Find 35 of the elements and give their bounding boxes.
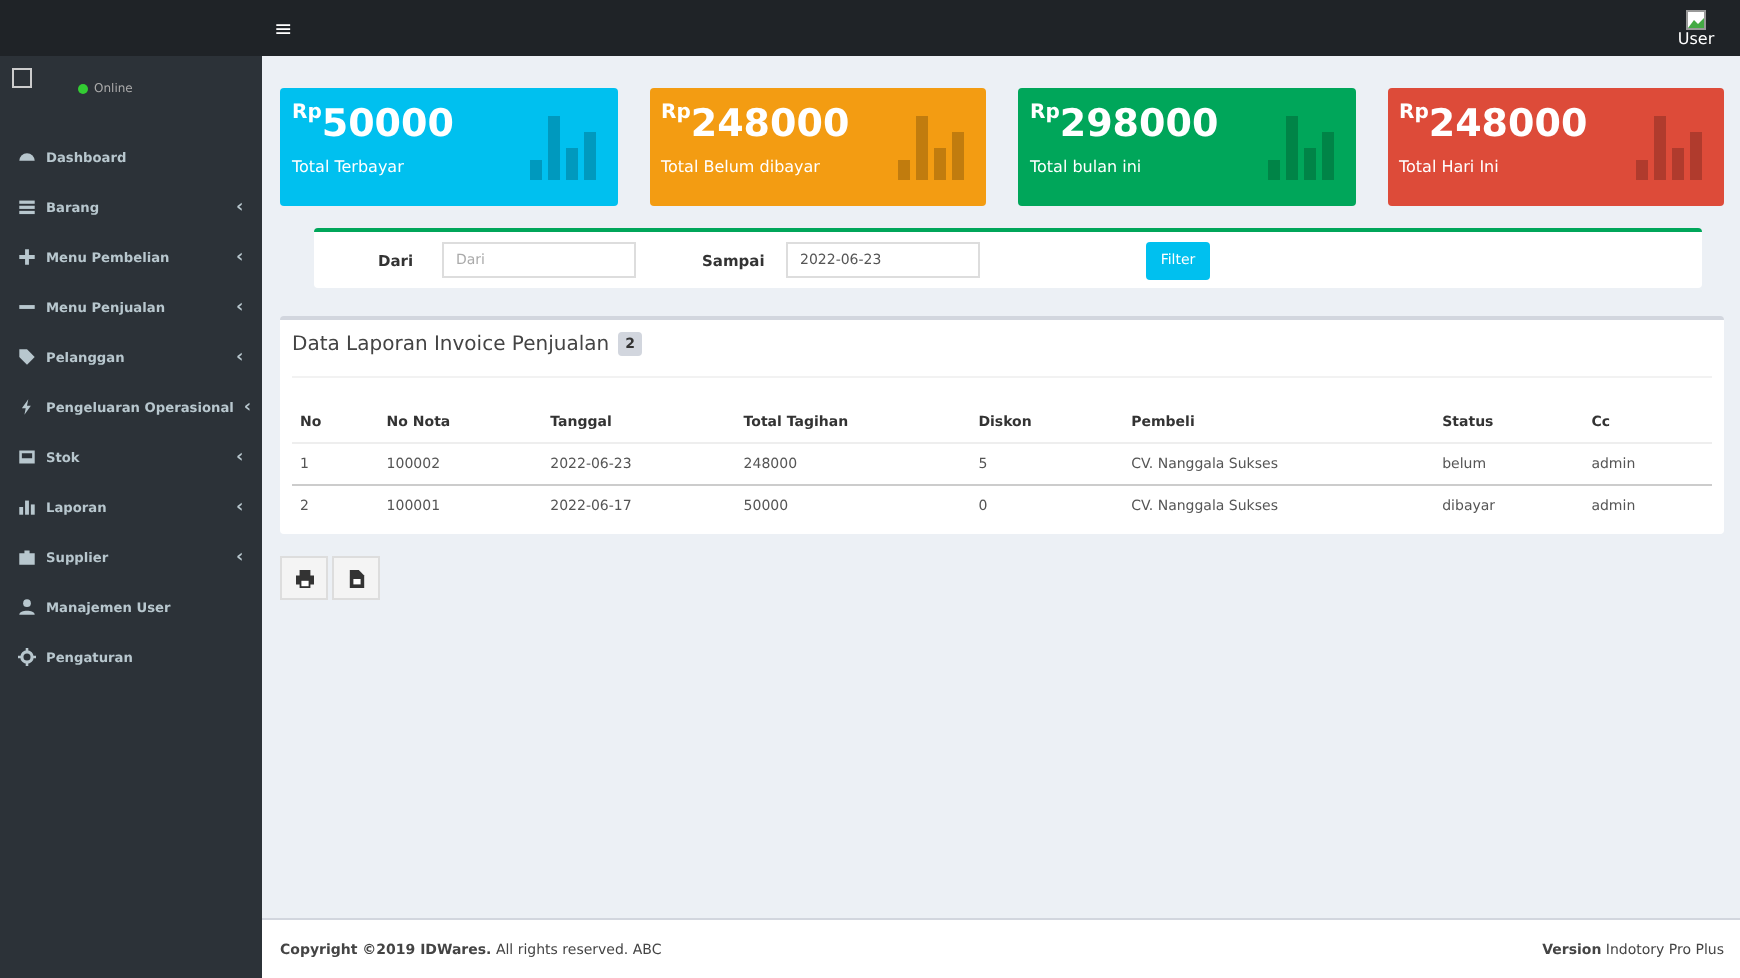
print-button[interactable] — [280, 556, 328, 600]
tag-icon — [18, 348, 36, 366]
menu-toggle[interactable]: ≡ — [274, 17, 298, 39]
user-image[interactable]: User — [1668, 10, 1724, 50]
stat-label: Total Terbayar — [292, 158, 406, 178]
dashboard-icon — [18, 148, 36, 166]
caret-icon: ‹ — [236, 247, 246, 267]
user-avatar — [12, 68, 32, 88]
gear-icon — [18, 648, 36, 666]
stat-label: Total bulan ini — [1030, 158, 1144, 178]
caret-icon: ‹ — [236, 197, 246, 217]
status-dot — [78, 84, 88, 94]
stat-label: Total Belum dibayar — [661, 158, 822, 178]
list-icon — [18, 198, 36, 216]
panel-title: Data Laporan Invoice Penjualan — [292, 333, 610, 355]
caret-icon: ‹ — [236, 347, 246, 367]
caret-icon: ‹ — [236, 297, 246, 317]
inbox-icon — [18, 448, 36, 466]
caret-icon: ‹ — [236, 447, 246, 467]
bar-chart-icon — [1636, 116, 1706, 180]
printer-icon — [295, 569, 313, 587]
export-button[interactable] — [332, 556, 380, 600]
bar-chart-icon — [1267, 116, 1337, 180]
chart-icon — [18, 498, 36, 516]
stat-label: Total Hari Ini — [1399, 158, 1501, 178]
document-icon — [347, 569, 365, 587]
user-icon — [18, 598, 36, 616]
plus-icon — [18, 248, 36, 266]
bolt-icon — [18, 398, 36, 416]
briefcase-icon — [18, 548, 36, 566]
bar-chart-icon — [898, 116, 968, 180]
caret-icon: ‹ — [236, 547, 246, 567]
bar-chart-icon — [529, 116, 599, 180]
caret-icon: ‹ — [243, 397, 252, 417]
caret-icon: ‹ — [236, 497, 246, 517]
